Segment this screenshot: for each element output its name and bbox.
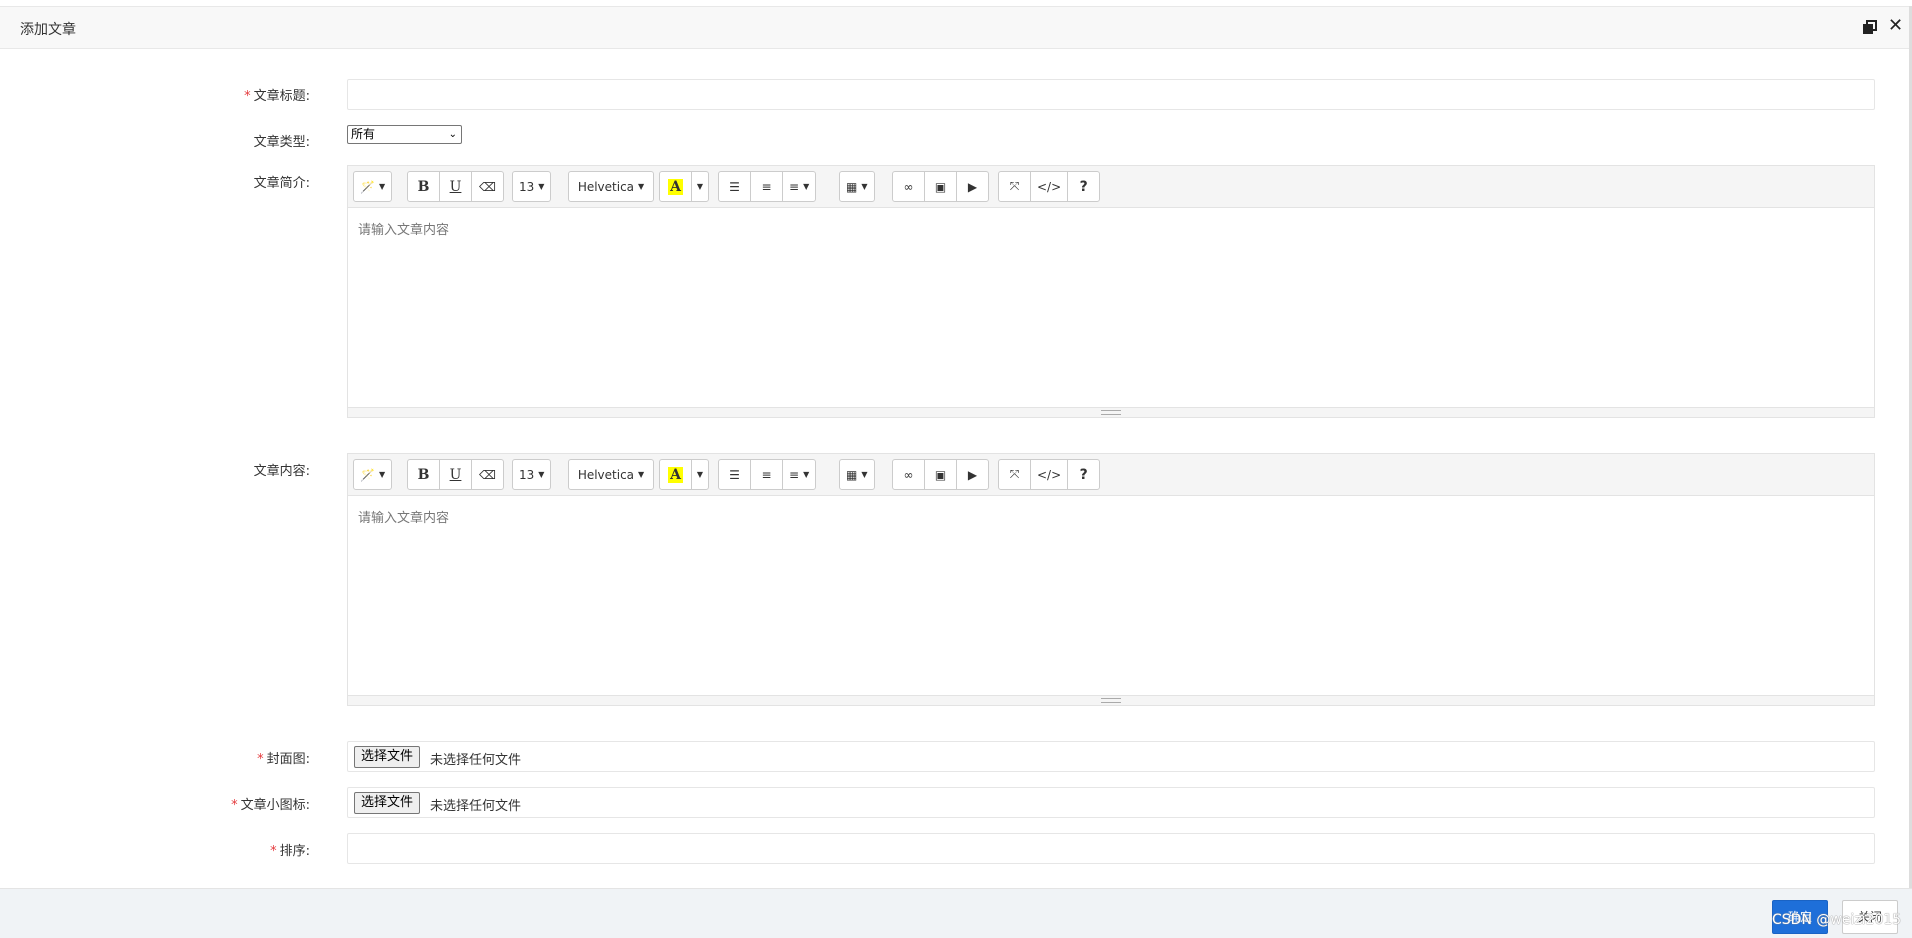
clear-format-button[interactable]: ⌫	[471, 171, 504, 202]
picture-button[interactable]: ▣	[924, 171, 957, 202]
summary-editor-body[interactable]: 请输入文章内容	[348, 208, 1874, 408]
link-button[interactable]: ∞	[892, 459, 925, 490]
style-button[interactable]: 🪄 ▼	[353, 171, 393, 202]
align-icon: ≡	[789, 179, 800, 194]
content-editor: 🪄 ▼ B U ⌫ 13 ▼ Helvetica ▼ A ▼ ☰ ≡ ≡ ▼ ▦ ▼ ∞ …	[347, 453, 1875, 706]
restore-icon[interactable]	[1862, 19, 1878, 35]
unordered-list-button[interactable]: ☰	[718, 459, 751, 490]
watermark: CSDN @weizi2015	[1772, 912, 1902, 928]
video-button[interactable]: ▶	[956, 171, 989, 202]
ordered-list-icon: ≡	[761, 467, 772, 482]
icon-file-input: 选择文件 未选择任何文件	[347, 787, 1875, 818]
paragraph-button[interactable]: ≡ ▼	[782, 459, 817, 490]
link-icon: ∞	[903, 467, 914, 482]
icon-file-status: 未选择任何文件	[430, 799, 522, 814]
unordered-list-button[interactable]: ☰	[718, 171, 751, 202]
bold-button[interactable]: B	[407, 171, 440, 202]
text-color-dropdown[interactable]: ▼	[691, 459, 709, 490]
help-button[interactable]: ?	[1067, 459, 1101, 490]
font-family-button[interactable]: Helvetica ▼	[568, 459, 654, 490]
type-select[interactable]: 所有 ⌄	[347, 125, 462, 144]
text-color-button[interactable]: A	[659, 171, 692, 202]
summary-label: 文章简介:	[253, 176, 310, 191]
help-button[interactable]: ?	[1067, 171, 1101, 202]
link-button[interactable]: ∞	[892, 171, 925, 202]
link-icon: ∞	[903, 179, 914, 194]
cover-choose-file-button[interactable]: 选择文件	[354, 746, 421, 768]
unordered-list-icon: ☰	[729, 467, 740, 482]
picture-button[interactable]: ▣	[924, 459, 957, 490]
text-color-dropdown[interactable]: ▼	[691, 171, 709, 202]
clear-format-button[interactable]: ⌫	[471, 459, 504, 490]
font-family-button[interactable]: Helvetica ▼	[568, 171, 654, 202]
help-icon: ?	[1079, 178, 1088, 195]
dialog-footer: 确定 关闭	[0, 888, 1912, 938]
title-label: * 文章标题:	[244, 89, 310, 104]
table-icon: ▦	[846, 179, 858, 194]
fullscreen-button[interactable]: ⤧	[998, 171, 1031, 202]
ordered-list-icon: ≡	[761, 179, 772, 194]
sort-input[interactable]	[347, 833, 1875, 864]
chevron-down-icon: ⌄	[448, 129, 457, 140]
close-icon[interactable]: ✕	[1888, 17, 1903, 35]
style-button[interactable]: 🪄 ▼	[353, 459, 393, 490]
icon-label: * 文章小图标:	[231, 798, 310, 813]
cover-file-status: 未选择任何文件	[430, 753, 522, 768]
editor-resize-handle[interactable]	[348, 407, 1874, 417]
fullscreen-icon: ⤧	[1009, 179, 1020, 193]
picture-icon: ▣	[934, 467, 947, 482]
content-editor-body[interactable]: 请输入文章内容	[348, 496, 1874, 696]
video-icon: ▶	[967, 179, 978, 194]
code-view-icon: </>	[1037, 179, 1062, 194]
video-button[interactable]: ▶	[956, 459, 989, 490]
magic-wand-icon: 🪄	[360, 467, 375, 482]
fullscreen-button[interactable]: ⤧	[998, 459, 1031, 490]
ordered-list-button[interactable]: ≡	[750, 459, 783, 490]
editor-placeholder: 请输入文章内容	[358, 223, 450, 238]
dialog-header: 添加文章 ✕	[0, 6, 1912, 49]
unordered-list-icon: ☰	[729, 179, 740, 194]
dialog-title: 添加文章	[20, 22, 76, 38]
summary-editor: 🪄 ▼ B U ⌫ 13 ▼ Helvetica ▼ A ▼ ☰ ≡ ≡ ▼ ▦ ▼ ∞ …	[347, 165, 1875, 418]
editor-toolbar: 🪄 ▼ B U ⌫ 13 ▼ Helvetica ▼ A ▼ ☰ ≡ ≡ ▼ ▦ ▼ ∞ …	[348, 166, 1874, 208]
table-icon: ▦	[846, 467, 858, 482]
ordered-list-button[interactable]: ≡	[750, 171, 783, 202]
underline-button[interactable]: U	[439, 459, 472, 490]
eraser-icon: ⌫	[479, 467, 496, 482]
magic-wand-icon: 🪄	[360, 179, 375, 194]
cover-label: * 封面图:	[257, 752, 310, 767]
editor-placeholder: 请输入文章内容	[358, 511, 450, 526]
code-view-button[interactable]: </>	[1030, 459, 1069, 490]
table-button[interactable]: ▦ ▼	[839, 171, 875, 202]
table-button[interactable]: ▦ ▼	[839, 459, 875, 490]
cover-file-input: 选择文件 未选择任何文件	[347, 741, 1875, 772]
underline-button[interactable]: U	[439, 171, 472, 202]
picture-icon: ▣	[934, 179, 947, 194]
paragraph-button[interactable]: ≡ ▼	[782, 171, 817, 202]
bold-button[interactable]: B	[407, 459, 440, 490]
help-icon: ?	[1079, 466, 1088, 483]
eraser-icon: ⌫	[479, 179, 496, 194]
editor-toolbar: 🪄 ▼ B U ⌫ 13 ▼ Helvetica ▼ A ▼ ☰ ≡ ≡ ▼ ▦ ▼ ∞ …	[348, 454, 1874, 496]
font-size-button[interactable]: 13 ▼	[512, 171, 552, 202]
fullscreen-icon: ⤧	[1009, 467, 1020, 481]
code-view-icon: </>	[1037, 467, 1062, 482]
align-icon: ≡	[789, 467, 800, 482]
font-size-button[interactable]: 13 ▼	[512, 459, 552, 490]
text-color-button[interactable]: A	[659, 459, 692, 490]
icon-choose-file-button[interactable]: 选择文件	[354, 792, 421, 814]
video-icon: ▶	[967, 467, 978, 482]
content-label: 文章内容:	[253, 464, 310, 479]
type-label: 文章类型:	[253, 135, 310, 150]
sort-label: * 排序:	[270, 844, 310, 859]
code-view-button[interactable]: </>	[1030, 171, 1069, 202]
title-input[interactable]	[347, 79, 1875, 110]
editor-resize-handle[interactable]	[348, 695, 1874, 705]
